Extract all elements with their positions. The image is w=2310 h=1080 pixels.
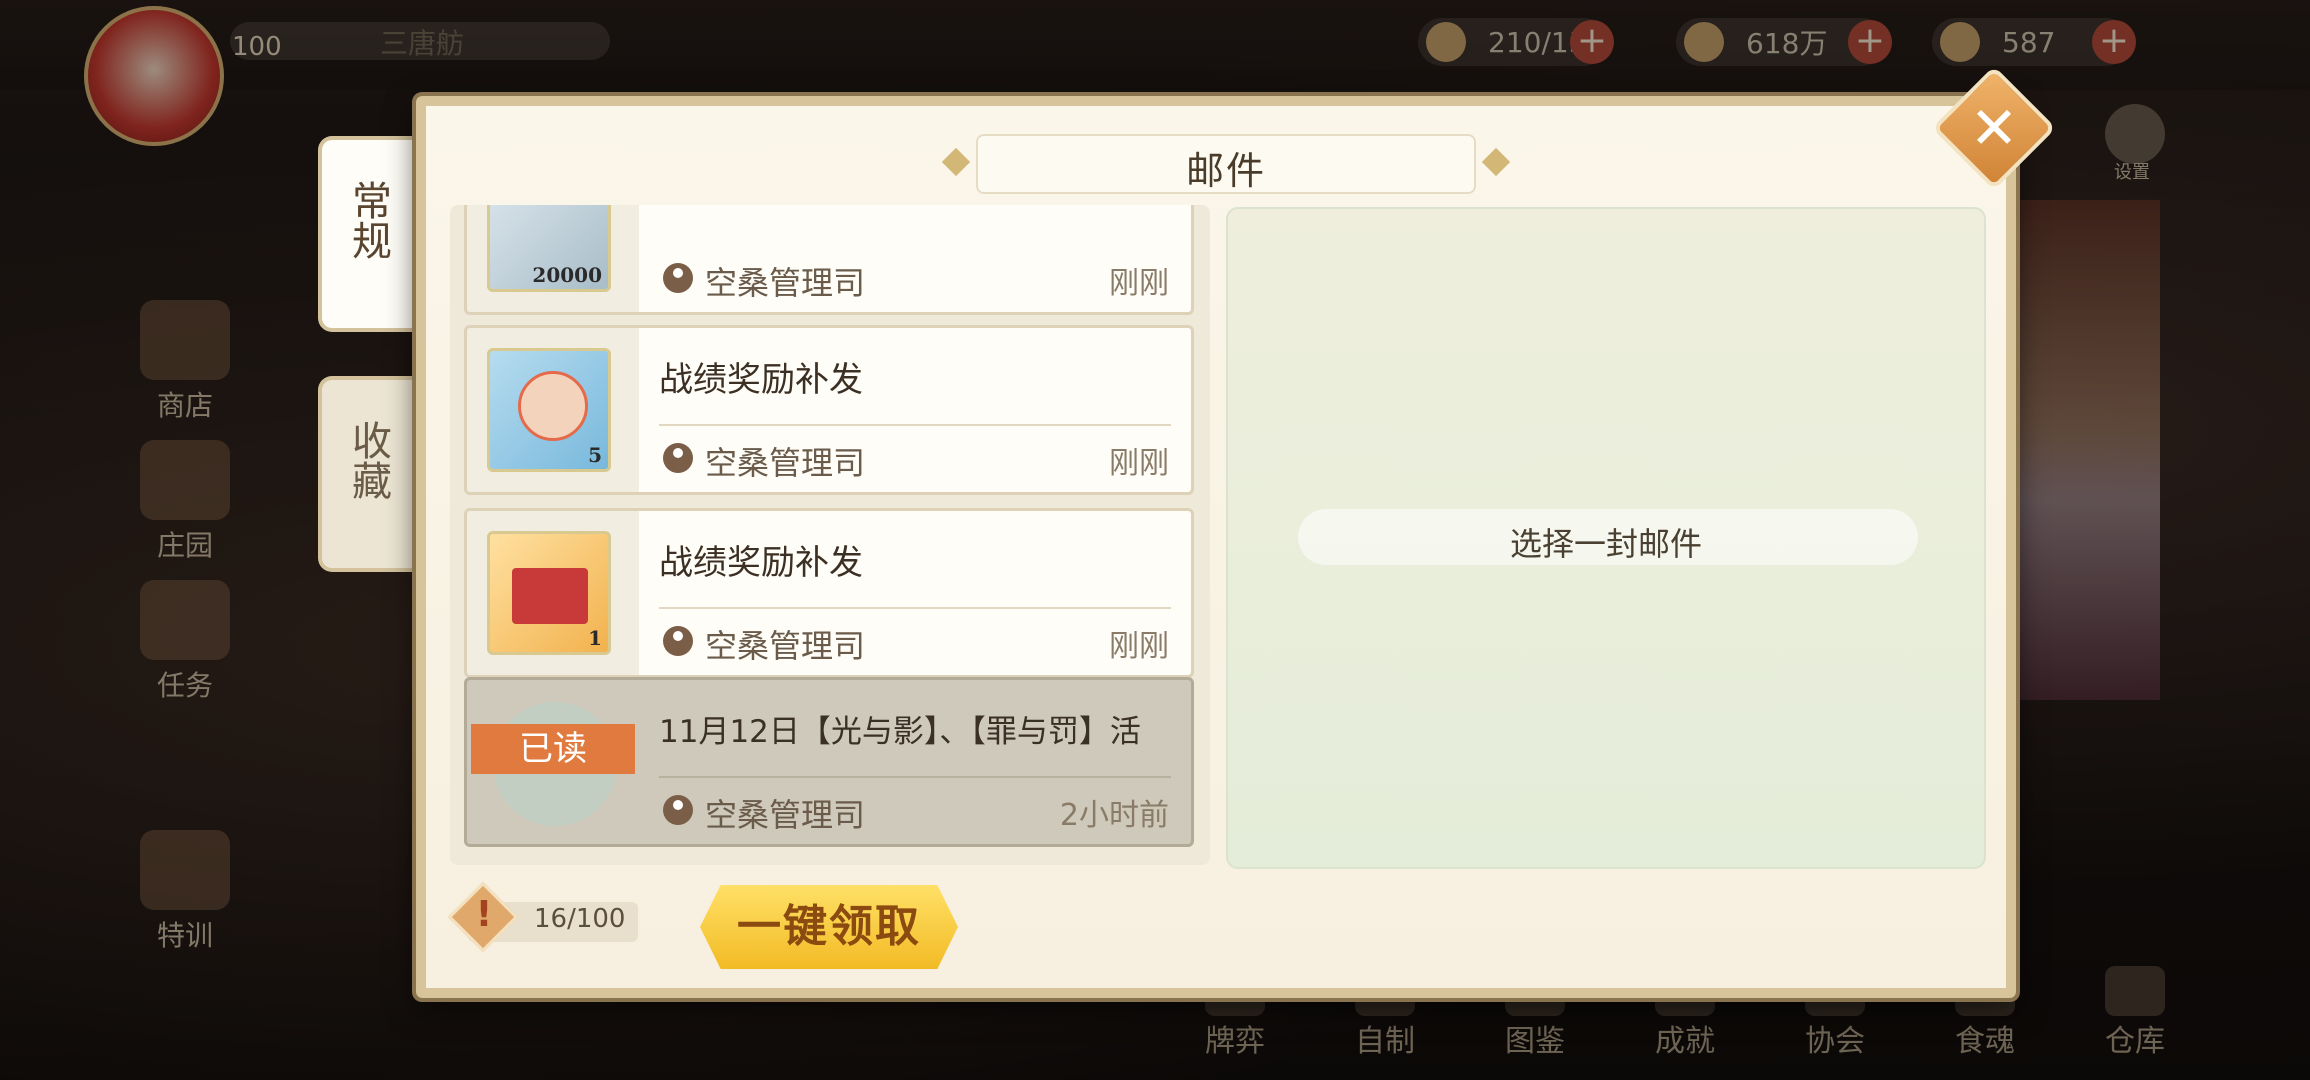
tab-regular[interactable]: 常规 xyxy=(318,136,414,332)
character-face-icon xyxy=(518,371,588,441)
dumpling-icon: 20000 xyxy=(487,205,611,292)
character-card-icon: 5 xyxy=(487,348,611,472)
close-icon[interactable]: ✕ xyxy=(1962,96,2026,160)
read-badge: 已读 xyxy=(471,724,635,774)
detail-placeholder: 选择一封邮件 xyxy=(1509,525,1702,563)
box-body xyxy=(512,568,588,624)
claim-all-button[interactable]: 一键领取 xyxy=(700,885,958,969)
mail-subject: 战绩奖励补发 xyxy=(659,360,863,400)
mail-time: 刚刚 xyxy=(1109,446,1169,481)
dialog-title-banner: 邮件 xyxy=(941,132,1511,194)
tab-favorites[interactable]: 收藏 xyxy=(318,376,414,572)
mail-list[interactable]: 20000 空桑管理司 刚刚 5 战绩奖励补发 空桑管理司 刚刚 1 战绩奖励补… xyxy=(450,205,1210,865)
divider xyxy=(659,607,1171,609)
divider xyxy=(659,424,1171,426)
mail-subject: 战绩奖励补发 xyxy=(659,543,863,583)
mail-count: 16/100 xyxy=(534,904,626,934)
mail-subject: 11月12日【光与影】、【罪与罚】活 xyxy=(659,714,1141,750)
sender-icon xyxy=(663,443,693,473)
divider xyxy=(659,776,1171,778)
tab-label: 常规 xyxy=(345,180,391,260)
mail-detail-panel: 选择一封邮件 xyxy=(1226,207,1986,869)
sender-icon xyxy=(663,795,693,825)
mail-sender: 空桑管理司 xyxy=(705,444,866,482)
mail-item[interactable]: 1 战绩奖励补发 空桑管理司 刚刚 xyxy=(464,508,1194,678)
mail-item-read[interactable]: 已读 11月12日【光与影】、【罪与罚】活 空桑管理司 2小时前 xyxy=(464,677,1194,847)
exclamation-icon: ! xyxy=(475,894,493,935)
tab-label: 收藏 xyxy=(345,420,391,500)
sender-icon xyxy=(663,626,693,656)
sender-icon xyxy=(663,263,693,293)
dialog-title: 邮件 xyxy=(1185,149,1266,193)
item-count: 1 xyxy=(588,626,602,650)
item-count: 20000 xyxy=(532,263,602,287)
mail-time: 2小时前 xyxy=(1059,798,1169,833)
mail-sender: 空桑管理司 xyxy=(705,627,866,665)
mail-item[interactable]: 20000 空桑管理司 刚刚 xyxy=(464,205,1194,315)
mail-sender: 空桑管理司 xyxy=(705,264,866,302)
red-box-icon: 1 xyxy=(487,531,611,655)
mail-item[interactable]: 5 战绩奖励补发 空桑管理司 刚刚 xyxy=(464,325,1194,495)
mail-sender: 空桑管理司 xyxy=(705,796,866,834)
mail-time: 刚刚 xyxy=(1109,629,1169,664)
item-count: 5 xyxy=(588,443,602,467)
mail-time: 刚刚 xyxy=(1109,266,1169,301)
